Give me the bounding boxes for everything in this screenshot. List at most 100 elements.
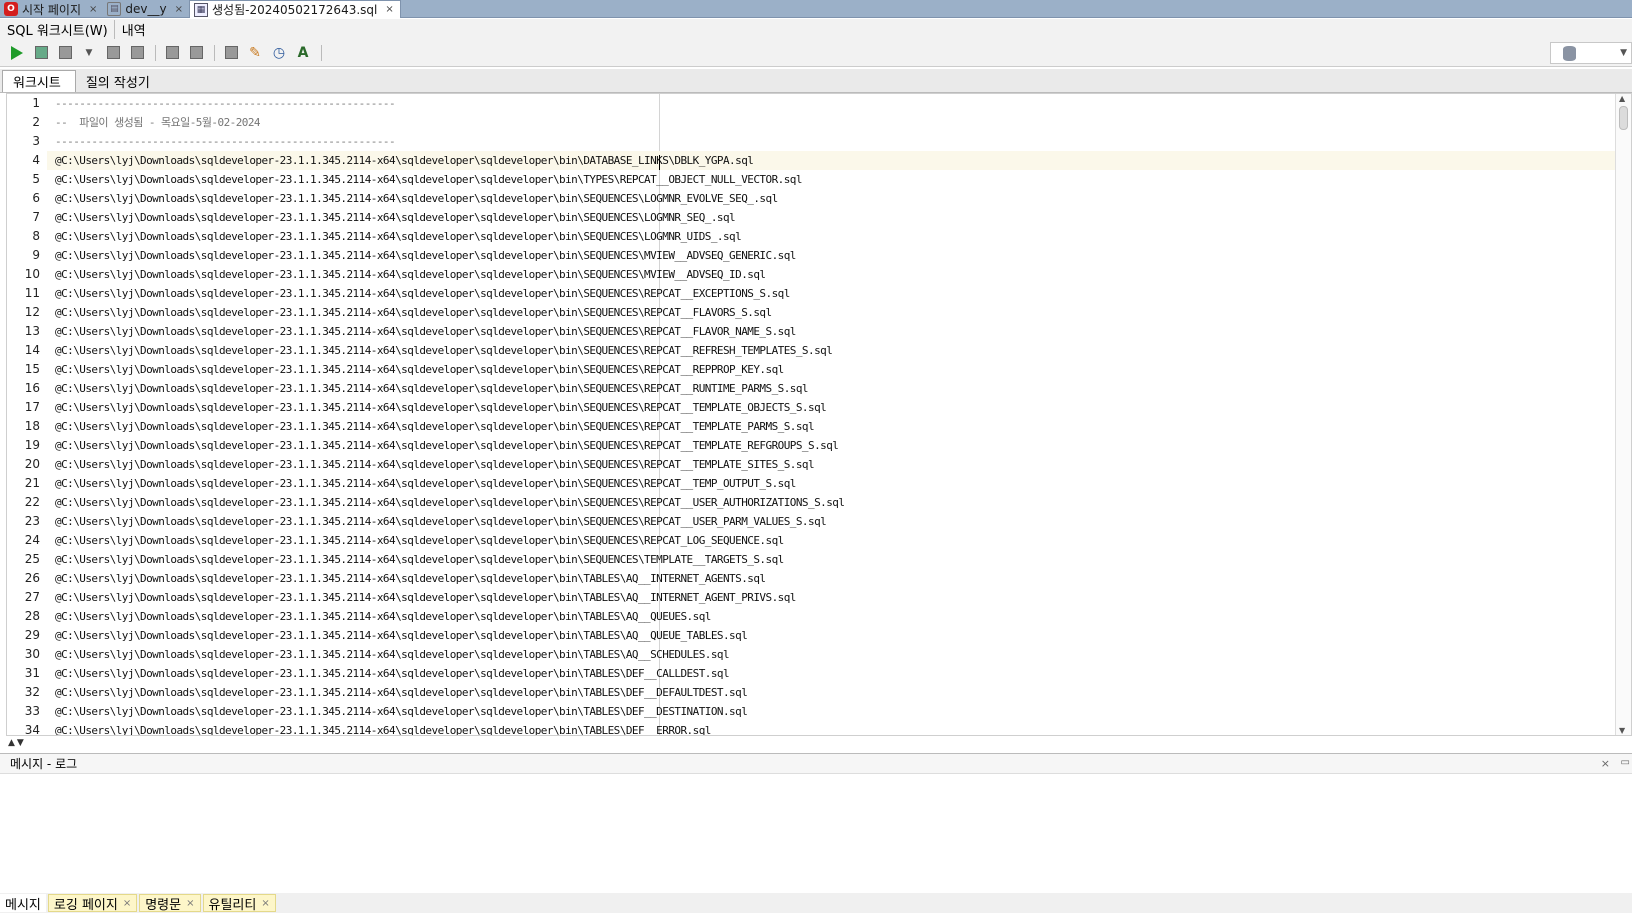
code-line[interactable]: @C:\Users\lyj\Downloads\sqldeveloper-23.… [47, 550, 1615, 569]
vertical-scrollbar[interactable]: ▲ ▼ [1615, 94, 1631, 735]
menu-history[interactable]: 내역 [115, 20, 150, 39]
script-path-text: @C:\Users\lyj\Downloads\sqldeveloper-23.… [55, 705, 748, 718]
close-icon[interactable]: × [175, 4, 183, 15]
line-number: 2 [32, 115, 40, 129]
code-line[interactable]: @C:\Users\lyj\Downloads\sqldeveloper-23.… [47, 170, 1615, 189]
connection-select[interactable]: ▼ [1550, 42, 1632, 64]
script-path-text: @C:\Users\lyj\Downloads\sqldeveloper-23.… [55, 173, 802, 186]
dropdown-icon[interactable]: ▼ [78, 42, 100, 64]
tab-connection[interactable]: ▤ dev__y × [103, 0, 189, 18]
code-line[interactable]: @C:\Users\lyj\Downloads\sqldeveloper-23.… [47, 398, 1615, 417]
code-line[interactable]: @C:\Users\lyj\Downloads\sqldeveloper-23.… [47, 569, 1615, 588]
code-line[interactable]: @C:\Users\lyj\Downloads\sqldeveloper-23.… [47, 246, 1615, 265]
run-statement-icon[interactable] [6, 42, 28, 64]
line-number: 27 [24, 590, 40, 604]
close-icon[interactable]: × [186, 898, 194, 909]
clear-icon[interactable]: ✎ [244, 42, 266, 64]
line-number: 11 [24, 286, 40, 300]
code-line[interactable]: ----------------------------------------… [47, 132, 1615, 151]
line-number: 14 [24, 343, 40, 357]
code-line[interactable]: @C:\Users\lyj\Downloads\sqldeveloper-23.… [47, 512, 1615, 531]
close-icon[interactable]: × [89, 4, 97, 15]
tab-sql-file[interactable]: ▦ 생성됨-20240502172643.sql × [189, 0, 401, 18]
code-line[interactable]: @C:\Users\lyj\Downloads\sqldeveloper-23.… [47, 436, 1615, 455]
code-line[interactable]: @C:\Users\lyj\Downloads\sqldeveloper-23.… [47, 208, 1615, 227]
code-line[interactable]: @C:\Users\lyj\Downloads\sqldeveloper-23.… [47, 683, 1615, 702]
explain-plan-icon[interactable] [185, 42, 207, 64]
code-line[interactable]: @C:\Users\lyj\Downloads\sqldeveloper-23.… [47, 189, 1615, 208]
code-line[interactable]: @C:\Users\lyj\Downloads\sqldeveloper-23.… [47, 303, 1615, 322]
code-line[interactable]: @C:\Users\lyj\Downloads\sqldeveloper-23.… [47, 322, 1615, 341]
code-line[interactable]: @C:\Users\lyj\Downloads\sqldeveloper-23.… [47, 721, 1615, 735]
tab-worksheet[interactable]: 워크시트 [2, 70, 76, 92]
scroll-up-icon[interactable]: ▲ [1619, 94, 1625, 103]
scrollbar-thumb[interactable] [1619, 106, 1628, 130]
code-line[interactable]: @C:\Users\lyj\Downloads\sqldeveloper-23.… [47, 645, 1615, 664]
code-line[interactable]: @C:\Users\lyj\Downloads\sqldeveloper-23.… [47, 531, 1615, 550]
worksheet-subtab-bar: 워크시트 질의 작성기 [0, 69, 1632, 93]
line-number: 17 [24, 400, 40, 414]
line-number: 6 [32, 191, 40, 205]
close-icon[interactable]: × [1601, 757, 1610, 770]
sql-tuning-icon[interactable] [220, 42, 242, 64]
script-path-text: @C:\Users\lyj\Downloads\sqldeveloper-23.… [55, 154, 754, 167]
code-line[interactable]: @C:\Users\lyj\Downloads\sqldeveloper-23.… [47, 493, 1615, 512]
code-line[interactable]: @C:\Users\lyj\Downloads\sqldeveloper-23.… [47, 360, 1615, 379]
tab-logging-page[interactable]: 로깅 페이지 × [47, 894, 138, 913]
toolbar-separator [155, 44, 156, 61]
code-line[interactable]: @C:\Users\lyj\Downloads\sqldeveloper-23.… [47, 341, 1615, 360]
code-line[interactable]: @C:\Users\lyj\Downloads\sqldeveloper-23.… [47, 417, 1615, 436]
autotrace-icon[interactable] [54, 42, 76, 64]
commit-icon[interactable] [102, 42, 124, 64]
tab-messages[interactable]: 메시지 [0, 894, 46, 913]
run-script-icon[interactable] [30, 42, 52, 64]
history-icon[interactable]: ◷ [268, 42, 290, 64]
rollback-icon[interactable] [126, 42, 148, 64]
line-number: 1 [32, 96, 40, 110]
toolbar-separator [214, 44, 215, 61]
code-line[interactable]: -- 파일이 생성됨 - 목요일-5월-02-2024 [47, 113, 1615, 132]
code-line[interactable]: @C:\Users\lyj\Downloads\sqldeveloper-23.… [47, 664, 1615, 683]
code-line[interactable]: @C:\Users\lyj\Downloads\sqldeveloper-23.… [47, 151, 1615, 170]
code-line[interactable]: @C:\Users\lyj\Downloads\sqldeveloper-23.… [47, 284, 1615, 303]
message-log-title: 메시지 - 로그 [0, 754, 1632, 774]
code-line[interactable]: @C:\Users\lyj\Downloads\sqldeveloper-23.… [47, 379, 1615, 398]
code-line[interactable]: @C:\Users\lyj\Downloads\sqldeveloper-23.… [47, 607, 1615, 626]
code-line[interactable]: @C:\Users\lyj\Downloads\sqldeveloper-23.… [47, 588, 1615, 607]
code-line[interactable]: @C:\Users\lyj\Downloads\sqldeveloper-23.… [47, 455, 1615, 474]
code-line[interactable]: @C:\Users\lyj\Downloads\sqldeveloper-23.… [47, 702, 1615, 721]
code-line[interactable]: @C:\Users\lyj\Downloads\sqldeveloper-23.… [47, 474, 1615, 493]
code-area[interactable]: ----------------------------------------… [47, 94, 1615, 735]
script-path-text: @C:\Users\lyj\Downloads\sqldeveloper-23.… [55, 648, 730, 661]
tab-label: 유틸리티 [208, 897, 257, 913]
tab-start-page[interactable]: O 시작 페이지 × [0, 0, 103, 18]
format-icon[interactable]: A [292, 42, 314, 64]
script-path-text: @C:\Users\lyj\Downloads\sqldeveloper-23.… [55, 724, 711, 735]
line-number: 23 [24, 514, 40, 528]
line-number: 33 [24, 704, 40, 718]
code-line[interactable]: @C:\Users\lyj\Downloads\sqldeveloper-23.… [47, 626, 1615, 645]
tab-utilities[interactable]: 유틸리티 × [202, 894, 276, 913]
code-line[interactable]: @C:\Users\lyj\Downloads\sqldeveloper-23.… [47, 227, 1615, 246]
tab-statements[interactable]: 명령문 × [139, 894, 201, 913]
editor-nav-arrows[interactable]: ▲▼ [8, 738, 26, 748]
tab-query-builder[interactable]: 질의 작성기 [76, 70, 164, 92]
close-icon[interactable]: × [261, 898, 269, 909]
close-icon[interactable]: × [123, 898, 131, 909]
script-path-text: @C:\Users\lyj\Downloads\sqldeveloper-23.… [55, 496, 845, 509]
document-tab-bar: O 시작 페이지 × ▤ dev__y × ▦ 생성됨-202405021726… [0, 0, 1632, 18]
maximize-icon[interactable]: ▭ [1621, 757, 1630, 768]
code-line[interactable]: ----------------------------------------… [47, 94, 1615, 113]
unshared-sql-icon[interactable] [161, 42, 183, 64]
line-number: 28 [24, 609, 40, 623]
line-number: 10 [24, 267, 40, 281]
scroll-down-icon[interactable]: ▼ [1619, 726, 1625, 735]
script-path-text: @C:\Users\lyj\Downloads\sqldeveloper-23.… [55, 268, 766, 281]
sql-editor[interactable]: 1 2 3 4 5 6 7 8 9 10 11 12 13 14 15 16 17 18 19 20 21 22 23 24 2… [6, 93, 1632, 736]
menu-sql-worksheet[interactable]: SQL 워크시트(W) [0, 19, 115, 39]
code-line[interactable]: @C:\Users\lyj\Downloads\sqldeveloper-23.… [47, 265, 1615, 284]
close-icon[interactable]: × [385, 4, 393, 15]
script-path-text: @C:\Users\lyj\Downloads\sqldeveloper-23.… [55, 230, 742, 243]
script-path-text: @C:\Users\lyj\Downloads\sqldeveloper-23.… [55, 344, 833, 357]
line-number: 24 [24, 533, 40, 547]
